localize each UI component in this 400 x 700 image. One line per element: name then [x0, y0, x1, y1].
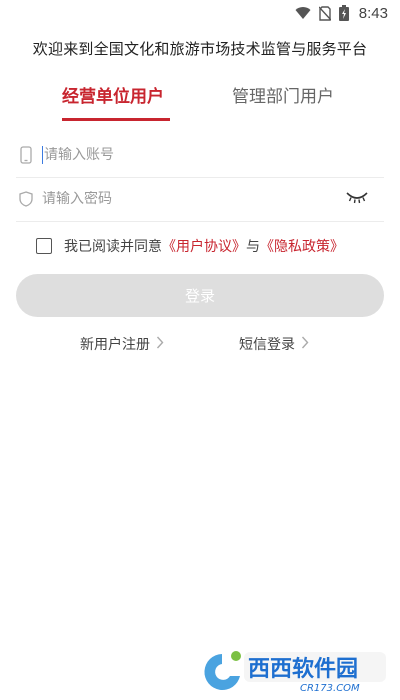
tab-business-user[interactable]: 经营单位用户 — [62, 82, 164, 107]
battery-charging-icon — [338, 5, 349, 21]
agreement-prefix: 我已阅读并同意 — [64, 239, 162, 255]
status-time: 8:43 — [358, 4, 388, 22]
wifi-icon — [295, 6, 311, 20]
chevron-right-icon — [301, 336, 309, 353]
register-label: 新用户注册 — [80, 337, 150, 353]
phone-icon — [16, 146, 36, 164]
register-link[interactable]: 新用户注册 — [80, 334, 164, 354]
login-button[interactable]: 登录 — [16, 274, 384, 317]
user-type-tabs: 经营单位用户 管理部门用户 — [0, 82, 400, 124]
user-agreement-link[interactable]: 《用户协议》 — [162, 236, 246, 256]
sms-login-link[interactable]: 短信登录 — [239, 334, 309, 354]
eye-closed-icon[interactable] — [346, 189, 368, 208]
account-input[interactable] — [44, 147, 384, 163]
page-title: 欢迎来到全国文化和旅游市场技术监管与服务平台 — [32, 40, 368, 58]
site-watermark-logo: 西西软件园 CR173.COM — [200, 646, 390, 694]
sms-login-label: 短信登录 — [239, 337, 295, 353]
text-cursor — [42, 146, 43, 164]
status-bar: 8:43 — [0, 0, 400, 26]
agreement-connector: 与 — [246, 239, 260, 255]
watermark-text-en: CR173.COM — [300, 683, 360, 694]
active-tab-indicator — [62, 118, 170, 121]
privacy-policy-link[interactable]: 《隐私政策》 — [260, 236, 344, 256]
password-field — [16, 177, 384, 222]
agreement-row: 我已阅读并同意 《用户协议》 与 《隐私政策》 — [36, 236, 344, 256]
shield-icon — [16, 191, 36, 207]
agreement-checkbox[interactable] — [36, 238, 52, 254]
tab-admin-user[interactable]: 管理部门用户 — [232, 82, 334, 107]
password-input[interactable] — [42, 191, 384, 207]
no-sim-icon — [318, 5, 331, 21]
watermark-text-cn: 西西软件园 — [248, 656, 358, 682]
chevron-right-icon — [156, 336, 164, 353]
account-field — [16, 133, 384, 178]
